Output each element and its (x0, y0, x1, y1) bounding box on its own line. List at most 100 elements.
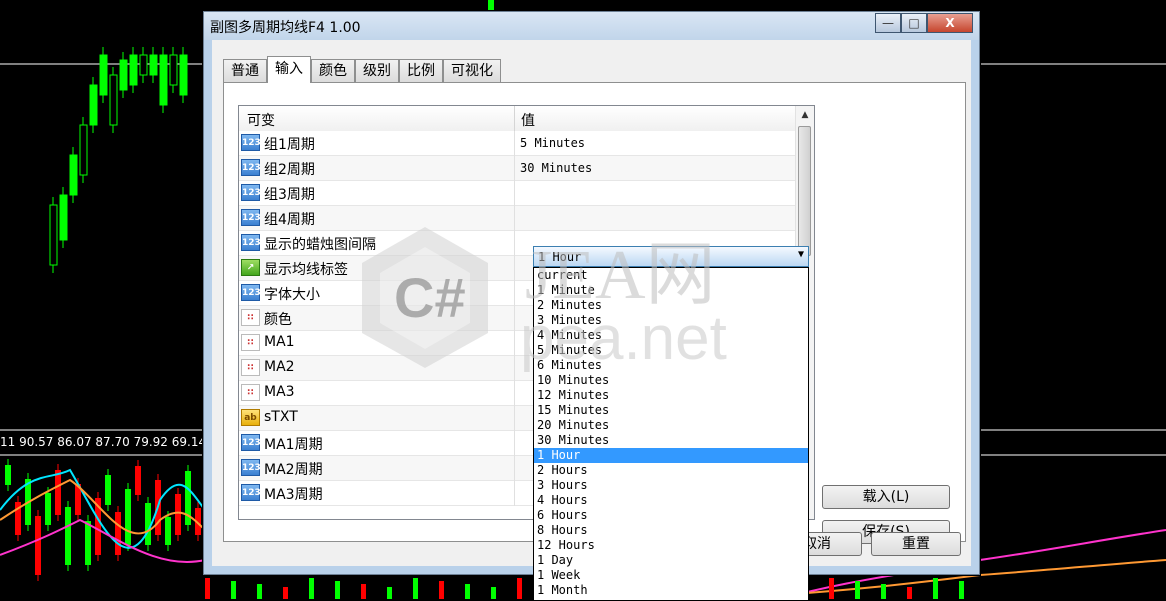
dialog-body: 普通 输入 颜色 级别 比例 可视化 可变 值 123 组1周期 5 Minutes… (212, 40, 971, 601)
row-name: 显示的蜡烛图间隔 (264, 237, 376, 253)
tab-strip: 普通 输入 颜色 级别 比例 可视化 (223, 56, 501, 83)
dropdown-option[interactable]: 1 Week (534, 568, 808, 583)
dropdown-option[interactable]: 30 Minutes (534, 433, 808, 448)
number-icon: 123 (241, 284, 261, 301)
row-name: 组4周期 (264, 212, 315, 228)
dropdown-option[interactable]: 4 Hours (534, 493, 808, 508)
dropdown-option[interactable]: 1 Day (534, 553, 808, 568)
dropdown-option[interactable]: 2 Hours (534, 463, 808, 478)
number-icon: 123 (241, 434, 261, 451)
row-name: 组1周期 (264, 137, 315, 153)
candle-body (159, 54, 168, 106)
tab-levels[interactable]: 级别 (355, 59, 399, 82)
grid-header: 可变 值 (239, 106, 796, 132)
tab-colors[interactable]: 颜色 (311, 59, 355, 82)
dropdown-option[interactable]: 2 Minutes (534, 298, 808, 313)
table-row[interactable]: 123 组4周期 (239, 206, 796, 231)
column-variable[interactable]: 可变 (247, 110, 275, 130)
dropdown-option[interactable]: 1 Minute (534, 283, 808, 298)
tab-scale[interactable]: 比例 (399, 59, 443, 82)
row-name: MA1 (264, 334, 295, 350)
number-icon: 123 (241, 159, 261, 176)
dropdown-option[interactable]: 20 Minutes (534, 418, 808, 433)
dropdown-option[interactable]: 15 Minutes (534, 403, 808, 418)
dropdown-option[interactable]: 8 Hours (534, 523, 808, 538)
dropdown-option[interactable]: 12 Hours (534, 538, 808, 553)
close-button[interactable]: X (927, 13, 973, 33)
minimize-icon: — (882, 16, 894, 30)
dropdown-option[interactable]: 4 Minutes (534, 328, 808, 343)
reset-button[interactable]: 重置 (871, 532, 961, 556)
dropdown-option[interactable]: 6 Minutes (534, 358, 808, 373)
close-icon: X (945, 16, 955, 30)
dropdown-option[interactable]: 10 Minutes (534, 373, 808, 388)
candle-body (49, 204, 58, 266)
row-name: MA3周期 (264, 487, 323, 503)
chevron-down-icon[interactable]: ▼ (798, 249, 804, 260)
row-name: MA3 (264, 384, 295, 400)
candle-body (79, 124, 88, 176)
combo-value: 1 Hour (538, 250, 582, 264)
scroll-up-icon[interactable]: ▲ (796, 106, 814, 124)
tab-visualization[interactable]: 可视化 (443, 59, 501, 82)
maximize-icon: □ (908, 16, 920, 30)
color-icon: ∷ (241, 309, 260, 326)
candle-body (169, 54, 178, 86)
candle-body (89, 84, 98, 126)
candle-body (129, 54, 138, 86)
bool-icon: ↗ (241, 259, 260, 276)
row-name: sTXT (264, 409, 298, 425)
dropdown-option[interactable]: 6 Hours (534, 508, 808, 523)
title-bar[interactable]: 副图多周期均线F4 1.00 — □ X (204, 12, 979, 40)
tab-inputs[interactable]: 输入 (267, 56, 311, 83)
table-row[interactable]: 123 组3周期 (239, 181, 796, 206)
candle-body (179, 54, 188, 96)
number-icon: 123 (241, 134, 261, 151)
scroll-thumb[interactable] (798, 126, 811, 256)
number-icon: 123 (241, 484, 261, 501)
chart-scale-values: 11 90.57 86.07 87.70 79.92 69.14 49.9 (0, 435, 237, 449)
table-row[interactable]: 123 组1周期 5 Minutes (239, 131, 796, 156)
candle-body (59, 194, 68, 241)
candle-body (139, 54, 148, 76)
color-icon: ∷ (241, 384, 260, 401)
candle-body (99, 54, 108, 96)
dialog-title: 副图多周期均线F4 1.00 (210, 20, 361, 36)
period-dropdown: current 1 Minute 2 Minutes 3 Minutes 4 Minut… (533, 267, 809, 601)
dropdown-option[interactable]: 3 Minutes (534, 313, 808, 328)
dropdown-option[interactable]: 1 Month (534, 583, 808, 598)
row-name: 显示均线标签 (264, 262, 348, 278)
candle-body (109, 74, 118, 126)
settings-dialog: 副图多周期均线F4 1.00 — □ X 普通 输入 颜色 级别 比例 可视化 … (203, 11, 980, 601)
number-icon: 123 (241, 234, 261, 251)
number-icon: 123 (241, 184, 261, 201)
row-name: MA2 (264, 359, 295, 375)
row-name: 颜色 (264, 312, 292, 328)
load-button[interactable]: 载入(L) (822, 485, 950, 509)
string-icon: ab (241, 409, 260, 426)
maximize-button[interactable]: □ (901, 13, 927, 33)
number-icon: 123 (241, 209, 261, 226)
table-row[interactable]: 123 组2周期 30 Minutes (239, 156, 796, 181)
tab-general[interactable]: 普通 (223, 59, 267, 82)
row-name: 字体大小 (264, 287, 320, 303)
candle-body (149, 54, 158, 76)
period-combo[interactable]: 1 Hour ▼ (533, 246, 809, 267)
inputs-panel: 可变 值 123 组1周期 5 Minutes 123 组2周期 30 Minutes 12… (223, 82, 966, 601)
dropdown-option[interactable]: current (534, 268, 808, 283)
dropdown-option[interactable]: 5 Minutes (534, 343, 808, 358)
row-name: 组3周期 (264, 187, 315, 203)
column-value[interactable]: 值 (521, 110, 535, 130)
row-name: MA1周期 (264, 437, 323, 453)
dropdown-option[interactable]: 12 Minutes (534, 388, 808, 403)
color-icon: ∷ (241, 334, 260, 351)
dropdown-option[interactable]: 1 Hour (534, 448, 808, 463)
minimize-button[interactable]: — (875, 13, 901, 33)
dropdown-option[interactable]: 3 Hours (534, 478, 808, 493)
candle-body (69, 154, 78, 196)
number-icon: 123 (241, 459, 261, 476)
row-value[interactable]: 30 Minutes (520, 161, 592, 175)
row-name: 组2周期 (264, 162, 315, 178)
row-value[interactable]: 5 Minutes (520, 136, 585, 150)
color-icon: ∷ (241, 359, 260, 376)
